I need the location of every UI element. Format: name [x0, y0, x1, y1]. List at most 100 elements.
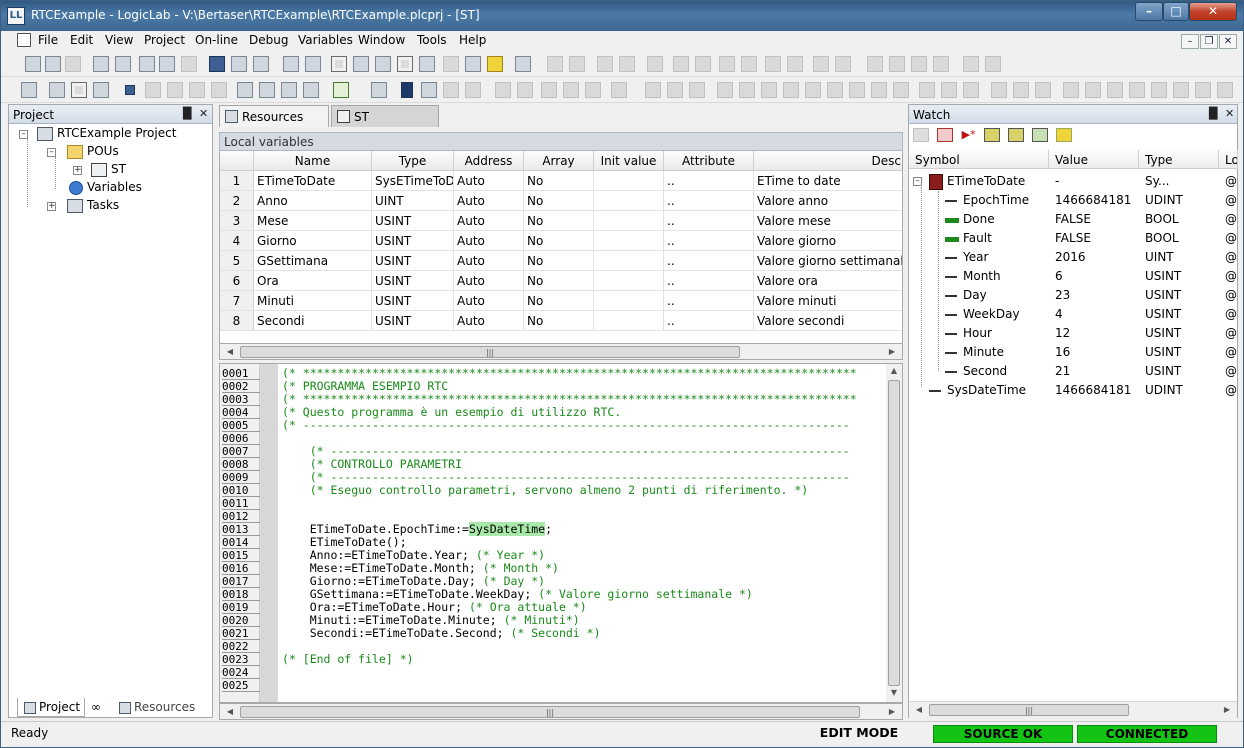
watch-symbol[interactable]: Hour: [963, 326, 992, 340]
watch-refresh-icon[interactable]: [1032, 127, 1049, 142]
breakpoint-icon[interactable]: [237, 82, 253, 98]
variable-array-cell[interactable]: No: [524, 251, 594, 271]
row-number[interactable]: 1: [220, 171, 254, 191]
watch-value[interactable]: 1466684181: [1055, 383, 1131, 397]
delete-object-icon[interactable]: [443, 82, 459, 98]
tree-st[interactable]: + ST: [73, 162, 126, 177]
cut-icon[interactable]: [139, 56, 155, 72]
connect-icon[interactable]: [49, 82, 65, 98]
column-header-description[interactable]: Desc: [754, 151, 902, 171]
variable-attribute-cell[interactable]: ..: [664, 171, 754, 191]
tree-project-root[interactable]: – RTCExample Project: [19, 126, 176, 141]
variable-address-cell[interactable]: Auto: [454, 291, 524, 311]
watch-column-type[interactable]: Type: [1139, 150, 1219, 169]
collapse-icon[interactable]: –: [913, 177, 922, 186]
row-number[interactable]: 3: [220, 211, 254, 231]
print-preview-icon[interactable]: [305, 56, 321, 72]
undo-icon[interactable]: [93, 56, 109, 72]
ld-jump-icon[interactable]: [813, 56, 829, 72]
variable-address-cell[interactable]: Auto: [454, 271, 524, 291]
watch-save-icon[interactable]: [1008, 127, 1025, 142]
zoom-icon[interactable]: [689, 82, 705, 98]
lightning-icon[interactable]: [211, 82, 227, 98]
export-icon[interactable]: [465, 82, 481, 98]
step-over-icon[interactable]: [189, 82, 205, 98]
scroll-thumb[interactable]: |||: [240, 706, 860, 718]
watch-hscroll[interactable]: ◀ ||| ▶: [909, 701, 1237, 718]
run-icon[interactable]: [145, 82, 161, 98]
doc-tab-st[interactable]: ST: [331, 105, 439, 127]
variable-type-cell[interactable]: USINT: [372, 291, 454, 311]
row-number[interactable]: 4: [220, 231, 254, 251]
scroll-left-icon[interactable]: ◀: [911, 705, 927, 714]
ld-parallel-icon[interactable]: [597, 56, 613, 72]
delete-column-icon[interactable]: [933, 56, 949, 72]
watch-value[interactable]: 4: [1055, 307, 1063, 321]
sfc-convergence-icon[interactable]: [1035, 82, 1051, 98]
replace-icon[interactable]: [253, 56, 269, 72]
ld-contact-icon[interactable]: [547, 56, 563, 72]
sfc-loop-icon[interactable]: [1217, 82, 1233, 98]
watch-symbol[interactable]: Day: [963, 288, 987, 302]
watch-column-location[interactable]: Lo: [1219, 150, 1238, 169]
fbd-comment-icon[interactable]: [871, 82, 887, 98]
redo-icon[interactable]: [115, 56, 131, 72]
variable-description-cell[interactable]: Valore secondi: [754, 311, 902, 331]
stop-icon[interactable]: [125, 85, 135, 95]
copy-icon[interactable]: [159, 56, 175, 72]
variable-address-cell[interactable]: Auto: [454, 171, 524, 191]
fbd-jump-icon[interactable]: [827, 82, 843, 98]
project-view-icon[interactable]: [331, 56, 347, 72]
variable-attribute-cell[interactable]: ..: [664, 291, 754, 311]
scroll-thumb[interactable]: |||: [240, 346, 740, 358]
watch-load-icon[interactable]: [984, 127, 1001, 142]
ladder-view-icon[interactable]: [465, 56, 481, 72]
watch-insert-icon[interactable]: [913, 127, 929, 142]
menu-help[interactable]: Help: [459, 33, 486, 47]
variable-name-cell[interactable]: Minuti: [254, 291, 372, 311]
minimize-button[interactable]: –: [1135, 2, 1163, 21]
code-line[interactable]: (* [End of file] *): [282, 653, 414, 666]
variable-name-cell[interactable]: Anno: [254, 191, 372, 211]
sfc-selection-icon[interactable]: [1151, 82, 1167, 98]
paste-icon[interactable]: [181, 56, 197, 72]
step-out-icon[interactable]: [585, 82, 601, 98]
variable-address-cell[interactable]: Auto: [454, 311, 524, 331]
variable-description-cell[interactable]: Valore anno: [754, 191, 902, 211]
variable-attribute-cell[interactable]: ..: [664, 311, 754, 331]
variable-type-cell[interactable]: USINT: [372, 231, 454, 251]
library-view-icon[interactable]: [375, 56, 391, 72]
compile-icon[interactable]: [21, 82, 37, 98]
delete-row-icon[interactable]: [911, 56, 927, 72]
watch-symbol[interactable]: SysDateTime: [947, 383, 1026, 397]
watch-add-icon[interactable]: [281, 82, 297, 98]
line-icon[interactable]: [667, 82, 683, 98]
variable-type-cell[interactable]: USINT: [372, 271, 454, 291]
zoom-hand-icon[interactable]: [517, 82, 533, 98]
sfc-macro-icon[interactable]: [1063, 82, 1079, 98]
variable-description-cell[interactable]: Valore minuti: [754, 291, 902, 311]
document-icon[interactable]: [17, 33, 31, 47]
download-icon[interactable]: [93, 82, 109, 98]
watch-value[interactable]: -: [1055, 174, 1059, 188]
menu-view[interactable]: View: [105, 33, 133, 47]
fbd-block-icon[interactable]: [717, 82, 733, 98]
step-icon[interactable]: [167, 82, 183, 98]
local-variables-hscroll[interactable]: ◀ ||| ▶: [219, 343, 903, 360]
watch-column-value[interactable]: Value: [1049, 150, 1139, 169]
sfc-divergence-icon[interactable]: [1013, 82, 1029, 98]
ld-open-contact-icon[interactable]: [673, 56, 689, 72]
editor-hscroll[interactable]: ◀ ||| ▶: [219, 703, 903, 720]
ld-coil-icon[interactable]: [569, 56, 585, 72]
row-number[interactable]: 5: [220, 251, 254, 271]
logiclab-app-icon[interactable]: LL: [7, 7, 25, 25]
variable-name-cell[interactable]: Giorno: [254, 231, 372, 251]
import-icon[interactable]: [421, 82, 437, 98]
variable-type-cell[interactable]: USINT: [372, 311, 454, 331]
watch-value[interactable]: 12: [1055, 326, 1070, 340]
watch-symbol[interactable]: Second: [963, 364, 1007, 378]
pane-close-icon[interactable]: ✕: [1225, 107, 1234, 120]
variable-array-cell[interactable]: No: [524, 291, 594, 311]
select-icon[interactable]: [371, 82, 387, 98]
watch-value[interactable]: 2016: [1055, 250, 1086, 264]
